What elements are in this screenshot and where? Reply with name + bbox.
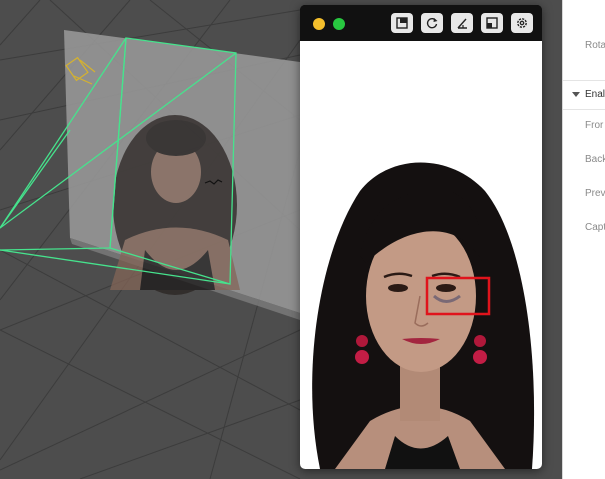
zoom-window-button[interactable] bbox=[333, 18, 345, 30]
preview-portrait bbox=[312, 162, 535, 469]
toolbar-settings-button[interactable] bbox=[511, 13, 533, 33]
camera-preview[interactable] bbox=[300, 41, 542, 469]
gear-icon bbox=[517, 18, 527, 28]
inspector-capture-label: Capt bbox=[585, 222, 605, 233]
toolbar-refresh-button[interactable] bbox=[421, 13, 443, 33]
preview-titlebar bbox=[300, 5, 542, 41]
inspector-panel: Rota Enal Fror Back Prev Capt bbox=[562, 0, 605, 479]
measure-icon bbox=[457, 18, 467, 29]
toolbar-measure-button[interactable] bbox=[451, 13, 473, 33]
frame-icon bbox=[396, 17, 408, 29]
inspector-back-label: Back bbox=[585, 154, 605, 165]
close-window-button[interactable] bbox=[313, 18, 325, 30]
preview-window bbox=[300, 5, 542, 469]
inspector-preview-label: Prev bbox=[585, 188, 605, 199]
disclosure-triangle-icon bbox=[572, 92, 580, 97]
inspector-front-label: Fror bbox=[585, 120, 604, 131]
window-icon bbox=[486, 17, 498, 29]
refresh-icon bbox=[426, 18, 438, 29]
inspector-rotation-label: Rota bbox=[585, 40, 605, 51]
toolbar-window-button[interactable] bbox=[481, 13, 503, 33]
inspector-enable-label: Enal bbox=[585, 89, 605, 100]
toolbar-frame-button[interactable] bbox=[391, 13, 413, 33]
inspector-enable-section[interactable]: Enal bbox=[563, 80, 605, 110]
